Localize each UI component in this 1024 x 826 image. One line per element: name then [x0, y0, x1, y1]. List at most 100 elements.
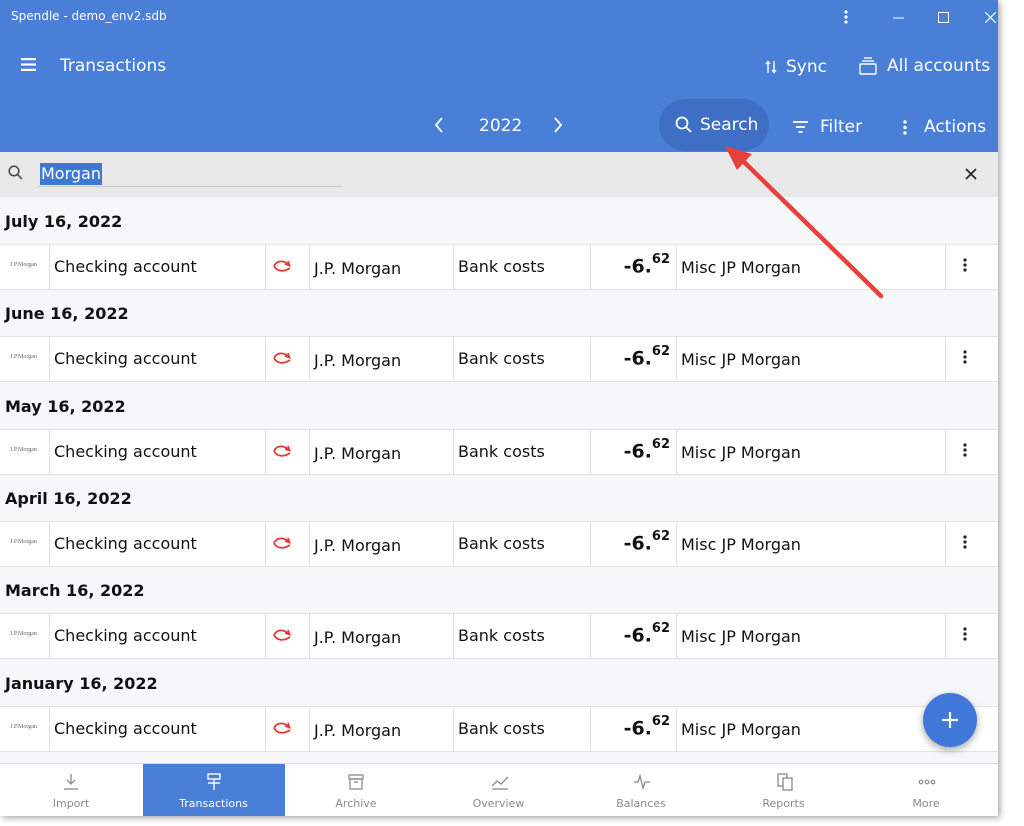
- amount-integer: -6.: [623, 347, 652, 370]
- jpmorgan-logo-icon: J.P.Morgan: [10, 354, 37, 360]
- account-cell: Checking account: [50, 337, 266, 381]
- category-name: Bank costs: [458, 349, 545, 368]
- date-label: March 16, 2022: [5, 581, 145, 600]
- add-transaction-button[interactable]: [923, 693, 977, 747]
- nav-overview[interactable]: Overview: [428, 764, 570, 816]
- amount: -6.62: [623, 252, 670, 278]
- reports-icon: [776, 773, 794, 794]
- account-cell: Checking account: [50, 707, 266, 751]
- all-accounts-button[interactable]: All accounts: [859, 56, 990, 76]
- bank-logo-cell: J.P.Morgan: [0, 707, 50, 751]
- row-menu-icon[interactable]: [963, 627, 967, 641]
- payee-cell: J.P. Morgan: [310, 245, 454, 289]
- transaction-row[interactable]: J.P.Morgan Checking account J.P. Morgan Ban…: [0, 613, 998, 659]
- account-cell: Checking account: [50, 614, 266, 658]
- transfer-arrow-icon: [273, 352, 291, 364]
- next-year-button[interactable]: [553, 117, 563, 133]
- actions-label: Actions: [924, 117, 987, 137]
- hamburger-icon: [21, 58, 36, 71]
- transfer-cell: [266, 614, 310, 658]
- description: Misc JP Morgan: [681, 627, 801, 646]
- transaction-row[interactable]: J.P.Morgan Checking account J.P. Morgan Ban…: [0, 521, 998, 567]
- search-bar: [0, 152, 998, 197]
- nav-label: More: [912, 797, 940, 810]
- clear-search-icon[interactable]: [965, 168, 977, 180]
- payee-cell: J.P. Morgan: [310, 430, 454, 474]
- amount: -6.62: [624, 437, 670, 462]
- close-window-button[interactable]: [967, 0, 998, 34]
- nav-label: Balances: [616, 797, 666, 810]
- jpmorgan-logo-icon: J.P.Morgan: [10, 539, 37, 545]
- transaction-row[interactable]: J.P.Morgan Checking account J.P. Morgan Ban…: [0, 706, 998, 752]
- actions-button[interactable]: Actions: [903, 117, 986, 137]
- transaction-row[interactable]: J.P.Morgan Checking account J.P. Morgan Ban…: [0, 336, 998, 382]
- filter-button[interactable]: Filter: [793, 117, 862, 137]
- row-menu-icon[interactable]: [963, 258, 967, 272]
- nav-transactions[interactable]: Transactions: [142, 764, 285, 816]
- account-name: Checking account: [54, 349, 197, 368]
- category-cell: Bank costs: [454, 614, 591, 658]
- maximize-icon: [937, 11, 949, 23]
- payee-cell: J.P. Morgan: [310, 522, 454, 566]
- sync-icon: [765, 60, 777, 74]
- amount-cell: -6.62: [591, 707, 677, 751]
- previous-year-button[interactable]: [434, 117, 444, 133]
- date-label: June 16, 2022: [5, 304, 129, 323]
- nav-reports[interactable]: Reports: [713, 764, 855, 816]
- amount-decimals: 62: [651, 529, 670, 544]
- row-menu-icon[interactable]: [963, 350, 967, 364]
- nav-import[interactable]: Import: [0, 764, 142, 816]
- search-input[interactable]: Morgan: [40, 163, 102, 185]
- amount-cell: -6.62: [591, 245, 677, 289]
- window-menu-button[interactable]: [823, 0, 869, 34]
- minimize-icon: [892, 17, 904, 18]
- bank-logo-cell: J.P.Morgan: [0, 430, 50, 474]
- nav-label: Reports: [762, 797, 805, 810]
- amount-decimals: 62: [651, 714, 670, 729]
- nav-archive[interactable]: Archive: [285, 764, 427, 816]
- menu-button[interactable]: [21, 58, 36, 71]
- bank-logo-cell: J.P.Morgan: [0, 245, 50, 289]
- payee-name: J.P. Morgan: [314, 536, 402, 555]
- transactions-icon: [206, 773, 222, 794]
- search-button[interactable]: Search: [659, 99, 769, 151]
- date-group-header: July 16, 2022: [0, 198, 998, 244]
- nav-balances[interactable]: Balances: [570, 764, 712, 816]
- more-icon: [918, 773, 936, 794]
- maximize-button[interactable]: [920, 0, 966, 34]
- amount-integer: -6.: [623, 255, 652, 278]
- description: Misc JP Morgan: [681, 258, 801, 277]
- transfer-cell: [266, 245, 310, 289]
- amount-integer: -6.: [623, 717, 652, 740]
- amount-decimals: 62: [651, 437, 670, 452]
- accounts-icon: [859, 57, 877, 75]
- category-name: Bank costs: [458, 442, 545, 461]
- archive-icon: [348, 773, 364, 794]
- description-cell: Misc JP Morgan: [677, 337, 946, 381]
- amount-integer: -6.: [623, 624, 652, 647]
- jpmorgan-logo-icon: J.P.Morgan: [10, 631, 37, 637]
- row-menu-icon[interactable]: [963, 443, 967, 457]
- category-cell: Bank costs: [454, 245, 591, 289]
- jpmorgan-logo-icon: J.P.Morgan: [10, 447, 37, 453]
- transaction-row[interactable]: J.P.Morgan Checking account J.P. Morgan Ban…: [0, 429, 998, 475]
- amount: -6.62: [623, 621, 670, 647]
- bank-logo-cell: J.P.Morgan: [0, 522, 50, 566]
- title-bar: Spendle - demo_env2.sdb: [0, 0, 998, 34]
- sync-label: Sync: [786, 57, 827, 77]
- sync-button[interactable]: Sync: [765, 57, 827, 77]
- description: Misc JP Morgan: [681, 443, 801, 462]
- payee-cell: J.P. Morgan: [310, 707, 454, 751]
- row-menu-icon[interactable]: [963, 535, 967, 549]
- bottom-navigation: Import Transactions Archive Overview Balance…: [0, 763, 998, 816]
- close-icon: [984, 11, 996, 23]
- transfer-arrow-icon: [273, 260, 291, 272]
- date-group-header: March 16, 2022: [0, 567, 998, 613]
- account-name: Checking account: [54, 719, 197, 738]
- transfer-cell: [266, 430, 310, 474]
- plus-icon: [942, 712, 958, 728]
- filter-label: Filter: [820, 117, 863, 137]
- transaction-row[interactable]: J.P.Morgan Checking account J.P. Morgan Ban…: [0, 244, 998, 290]
- nav-more[interactable]: More: [855, 764, 997, 816]
- minimize-button[interactable]: [875, 0, 921, 34]
